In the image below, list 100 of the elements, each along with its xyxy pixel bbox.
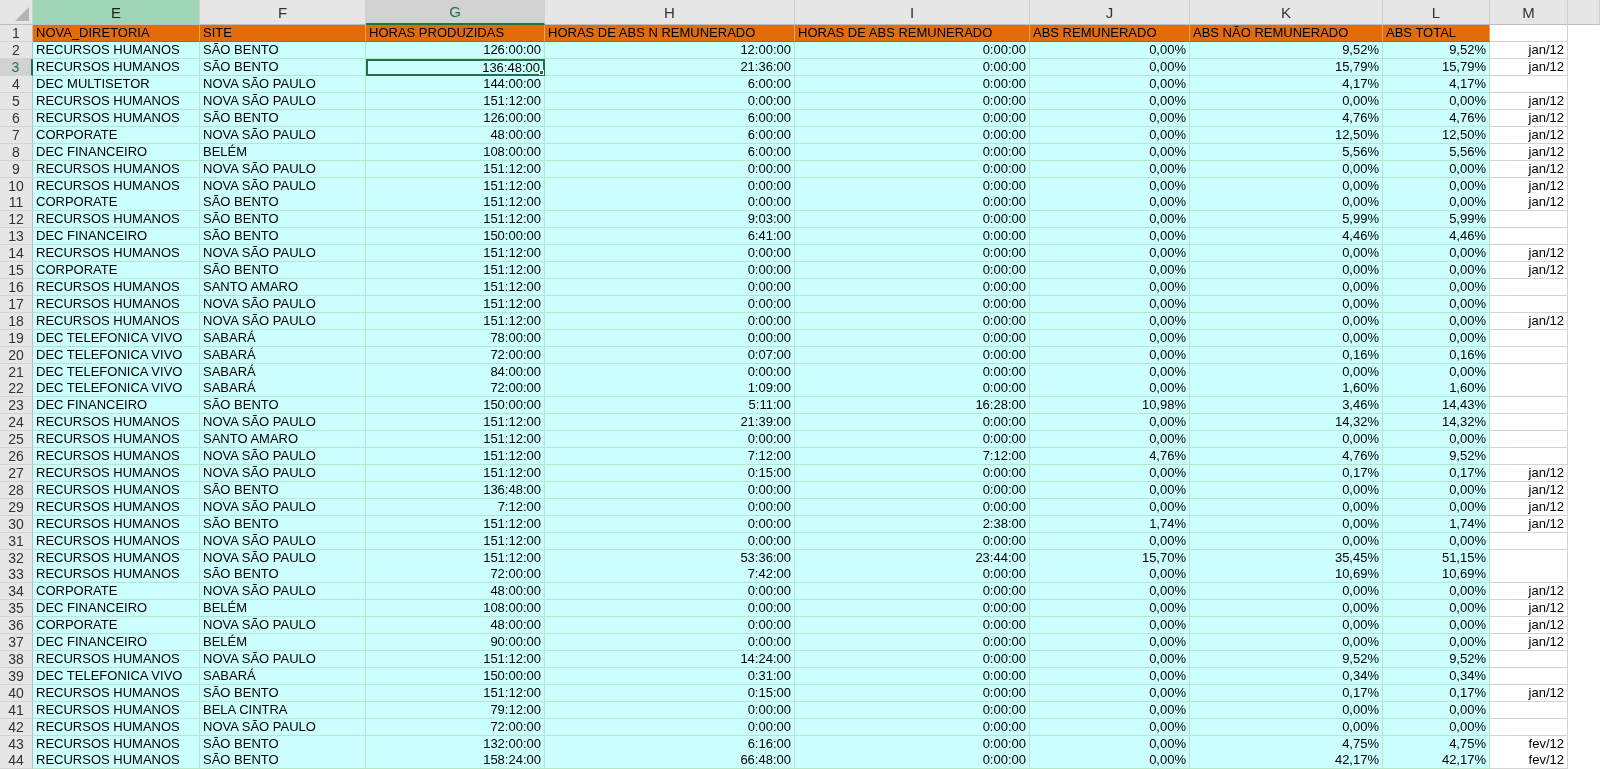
column-header[interactable]: G [366,0,545,25]
header-cell: HORAS PRODUZIDAS [366,25,545,42]
column-header[interactable]: K [1190,0,1383,25]
table-cell: 144:00:00 [366,76,545,93]
table-cell: DEC FINANCEIRO [33,600,200,617]
table-cell: 0,00% [1030,296,1190,313]
row-number[interactable]: 23 [0,397,33,414]
row-number[interactable]: 8 [0,144,33,161]
table-cell: 0:00:00 [795,211,1030,228]
table-cell: 21:36:00 [545,59,795,76]
column-header[interactable]: H [545,0,795,25]
table-cell: 0,00% [1190,279,1383,296]
column-header[interactable]: J [1030,0,1190,25]
table-cell: 0:00:00 [795,262,1030,279]
table-cell: jan/12 [1490,161,1568,178]
column-header[interactable]: E [33,0,200,25]
table-cell: 3,46% [1190,397,1383,414]
row-number[interactable]: 40 [0,685,33,702]
table-cell: 15,79% [1383,59,1490,76]
row-number[interactable]: 41 [0,702,33,719]
table-cell: RECURSOS HUMANOS [33,465,200,482]
row-number[interactable]: 14 [0,245,33,262]
row-number[interactable]: 24 [0,414,33,431]
row-number[interactable]: 22 [0,380,33,397]
table-cell: SÃO BENTO [200,42,366,59]
table-cell: 0,00% [1383,719,1490,736]
row-number[interactable]: 13 [0,228,33,245]
table-cell: 0,00% [1190,245,1383,262]
column-header[interactable]: I [795,0,1030,25]
table-cell: RECURSOS HUMANOS [33,414,200,431]
table-cell: NOVA SÃO PAULO [200,465,366,482]
table-cell: 0:00:00 [795,583,1030,600]
row-number[interactable]: 15 [0,262,33,279]
table-cell: CORPORATE [33,583,200,600]
row-number[interactable]: 4 [0,76,33,93]
table-cell: NOVA SÃO PAULO [200,533,366,550]
table-cell: 0,00% [1030,245,1190,262]
table-cell: 0,00% [1190,533,1383,550]
table-cell: 0,00% [1030,127,1190,144]
row-number[interactable]: 5 [0,93,33,110]
header-cell: HORAS DE ABS N REMUNERADO [545,25,795,42]
column-header[interactable]: L [1383,0,1490,25]
row-number[interactable]: 36 [0,617,33,634]
select-all-icon[interactable] [15,7,29,21]
row-number[interactable]: 19 [0,330,33,347]
row-number[interactable]: 2 [0,42,33,59]
row-number[interactable]: 44 [0,752,33,769]
table-cell: 0,00% [1190,262,1383,279]
column-header[interactable]: M [1490,0,1568,25]
table-cell: 0,00% [1190,161,1383,178]
table-cell: 79:12:00 [366,702,545,719]
table-cell: 0,00% [1190,296,1383,313]
row-number[interactable]: 39 [0,668,33,685]
row-number[interactable]: 42 [0,719,33,736]
table-cell: 0,34% [1383,668,1490,685]
row-number[interactable]: 33 [0,566,33,583]
table-cell: RECURSOS HUMANOS [33,482,200,499]
row-number[interactable]: 34 [0,583,33,600]
row-number[interactable]: 17 [0,296,33,313]
table-cell: DEC FINANCEIRO [33,397,200,414]
table-cell: 9,52% [1383,448,1490,465]
table-cell: RECURSOS HUMANOS [33,533,200,550]
table-cell: 0,17% [1383,465,1490,482]
table-cell: 0:00:00 [795,685,1030,702]
row-number[interactable]: 1 [0,25,33,42]
row-number[interactable]: 18 [0,313,33,330]
row-number[interactable]: 12 [0,211,33,228]
table-cell: 78:00:00 [366,330,545,347]
table-cell: BELÉM [200,600,366,617]
table-cell: RECURSOS HUMANOS [33,59,200,76]
table-cell: 4,76% [1190,448,1383,465]
table-cell: 0:00:00 [795,499,1030,516]
table-cell: DEC FINANCEIRO [33,228,200,245]
table-cell: 0:00:00 [545,719,795,736]
row-number[interactable]: 27 [0,465,33,482]
table-cell: 0:31:00 [545,668,795,685]
row-number[interactable]: 3 [0,59,33,76]
row-number[interactable]: 7 [0,127,33,144]
row-number[interactable]: 20 [0,347,33,364]
row-number[interactable]: 25 [0,431,33,448]
row-number[interactable]: 37 [0,634,33,651]
row-number[interactable]: 35 [0,600,33,617]
table-cell: 0:00:00 [545,296,795,313]
row-number[interactable]: 30 [0,516,33,533]
table-cell: 126:00:00 [366,42,545,59]
table-cell: 0,00% [1030,719,1190,736]
table-cell: RECURSOS HUMANOS [33,42,200,59]
row-number[interactable]: 11 [0,194,33,211]
table-cell: 0:00:00 [545,482,795,499]
row-number[interactable]: 6 [0,110,33,127]
table-cell: 0:00:00 [545,702,795,719]
row-number[interactable]: 16 [0,279,33,296]
column-header[interactable]: F [200,0,366,25]
row-number[interactable]: 9 [0,161,33,178]
row-number[interactable]: 38 [0,651,33,668]
row-number[interactable]: 28 [0,482,33,499]
table-cell: NOVA SÃO PAULO [200,414,366,431]
row-number[interactable]: 31 [0,533,33,550]
row-number[interactable]: 26 [0,448,33,465]
row-number[interactable]: 29 [0,499,33,516]
